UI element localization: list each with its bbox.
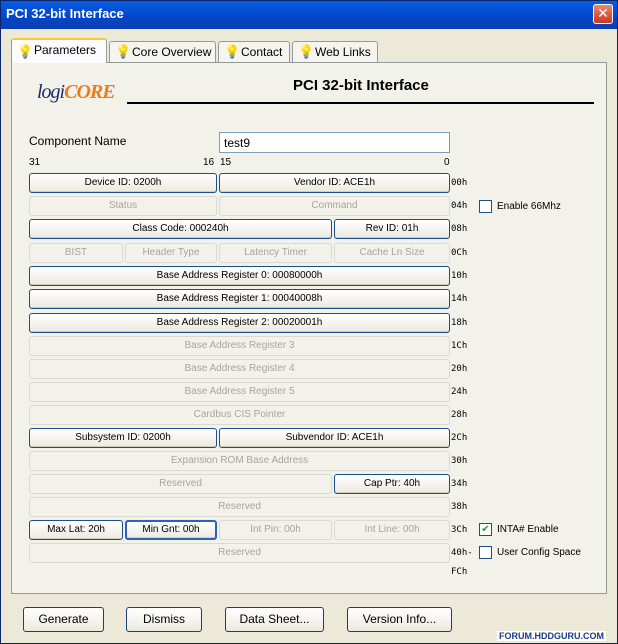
inta-enable-label: INTA# Enable	[497, 524, 559, 535]
register-field[interactable]: Base Address Register 1: 00040008h	[29, 289, 450, 309]
tab-parameters[interactable]: 💡 Parameters	[11, 38, 107, 63]
offset-label: 34h	[451, 479, 468, 489]
register-field[interactable]: Base Address Register 0: 00080000h	[29, 266, 450, 286]
register-field[interactable]: Max Lat: 20h	[29, 520, 123, 540]
enable-66mhz-label: Enable 66Mhz	[497, 201, 561, 212]
register-field[interactable]: Subsystem ID: 0200h	[29, 428, 217, 448]
register-field: Reserved	[29, 543, 450, 563]
tab-contact[interactable]: 💡 Contact	[218, 41, 290, 62]
offset-label: 30h	[451, 456, 468, 466]
register-field[interactable]: Vendor ID: ACE1h	[219, 173, 450, 193]
user-config-space-checkbox[interactable]	[479, 546, 492, 559]
offset-label: 18h	[451, 318, 468, 328]
data-sheet-button[interactable]: Data Sheet...	[225, 607, 324, 632]
register-field[interactable]: Class Code: 000240h	[29, 219, 332, 239]
lightbulb-icon: 💡	[115, 44, 132, 59]
close-icon: ✕	[597, 6, 609, 22]
offset-label: 14h	[451, 294, 468, 304]
register-field: Base Address Register 3	[29, 336, 450, 356]
register-field: Reserved	[29, 474, 332, 494]
offset-label: 1Ch	[451, 341, 468, 351]
offset-label: FCh	[451, 567, 468, 577]
user-config-space-label: User Config Space	[497, 547, 581, 558]
offset-label: 04h	[451, 201, 468, 211]
offset-label: 08h	[451, 224, 468, 234]
offset-label: 0Ch	[451, 248, 468, 258]
offset-label: 10h	[451, 271, 468, 281]
offset-label: 2Ch	[451, 433, 468, 443]
register-field: Expansion ROM Base Address	[29, 451, 450, 471]
component-name-input[interactable]	[219, 132, 450, 153]
generate-button[interactable]: Generate	[23, 607, 104, 632]
register-field[interactable]: Cap Ptr: 40h	[334, 474, 450, 494]
offset-label: 28h	[451, 410, 468, 420]
register-field: Int Line: 00h	[334, 520, 450, 540]
bit-31-label: 31	[29, 157, 41, 168]
register-field[interactable]: Base Address Register 2: 00020001h	[29, 313, 450, 333]
register-field: Latency Timer	[219, 243, 332, 263]
bit-0-label: 0	[444, 157, 450, 168]
enable-66mhz-checkbox[interactable]	[479, 200, 492, 213]
inta-enable-checkbox[interactable]: ✔	[479, 523, 492, 536]
register-field: Reserved	[29, 497, 450, 517]
title-divider	[127, 102, 594, 104]
logicore-logo: logiCORE	[37, 81, 116, 103]
title-bar: PCI 32-bit Interface ✕	[1, 1, 617, 29]
offset-label: 00h	[451, 178, 468, 188]
register-field: Base Address Register 5	[29, 382, 450, 402]
tab-label: Contact	[241, 45, 283, 59]
lightbulb-icon: 💡	[17, 44, 34, 59]
register-field: Header Type	[125, 243, 217, 263]
offset-label: 3Ch	[451, 525, 468, 535]
component-name-label: Component Name	[29, 134, 127, 148]
watermark: FORUM.HDDGURU.COM	[497, 631, 606, 641]
register-field[interactable]: Subvendor ID: ACE1h	[219, 428, 450, 448]
register-field: Status	[29, 196, 217, 216]
tab-web-links[interactable]: 💡 Web Links	[292, 41, 378, 62]
register-field[interactable]: Device ID: 0200h	[29, 173, 217, 193]
tab-label: Parameters	[34, 43, 97, 57]
application-window: PCI 32-bit Interface ✕ 💡 Parameters 💡 Co…	[0, 0, 618, 644]
offset-label: 38h	[451, 502, 468, 512]
register-field[interactable]: Rev ID: 01h	[334, 219, 450, 239]
dismiss-button[interactable]: Dismiss	[126, 607, 202, 632]
tab-label: Core Overview	[132, 45, 212, 59]
register-field: BIST	[29, 243, 123, 263]
register-field: Cache Ln Size	[334, 243, 450, 263]
lightbulb-icon: 💡	[298, 44, 315, 59]
tab-core-overview[interactable]: 💡 Core Overview	[109, 41, 216, 62]
offset-label: 20h	[451, 364, 468, 374]
register-field[interactable]: Min Gnt: 00h	[125, 520, 217, 540]
bit-16-label: 16	[203, 157, 215, 168]
bit-15-label: 15	[220, 157, 232, 168]
lightbulb-icon: 💡	[224, 44, 241, 59]
register-field: Int Pin: 00h	[219, 520, 332, 540]
offset-label: 40h-	[451, 548, 473, 558]
register-field: Base Address Register 4	[29, 359, 450, 379]
register-field: Command	[219, 196, 450, 216]
window-title: PCI 32-bit Interface	[6, 6, 124, 21]
close-button[interactable]: ✕	[593, 4, 613, 24]
register-field: Cardbus CIS Pointer	[29, 405, 450, 425]
page-title: PCI 32-bit Interface	[293, 77, 429, 94]
offset-label: 24h	[451, 387, 468, 397]
tab-label: Web Links	[315, 45, 371, 59]
version-info-button[interactable]: Version Info...	[347, 607, 452, 632]
